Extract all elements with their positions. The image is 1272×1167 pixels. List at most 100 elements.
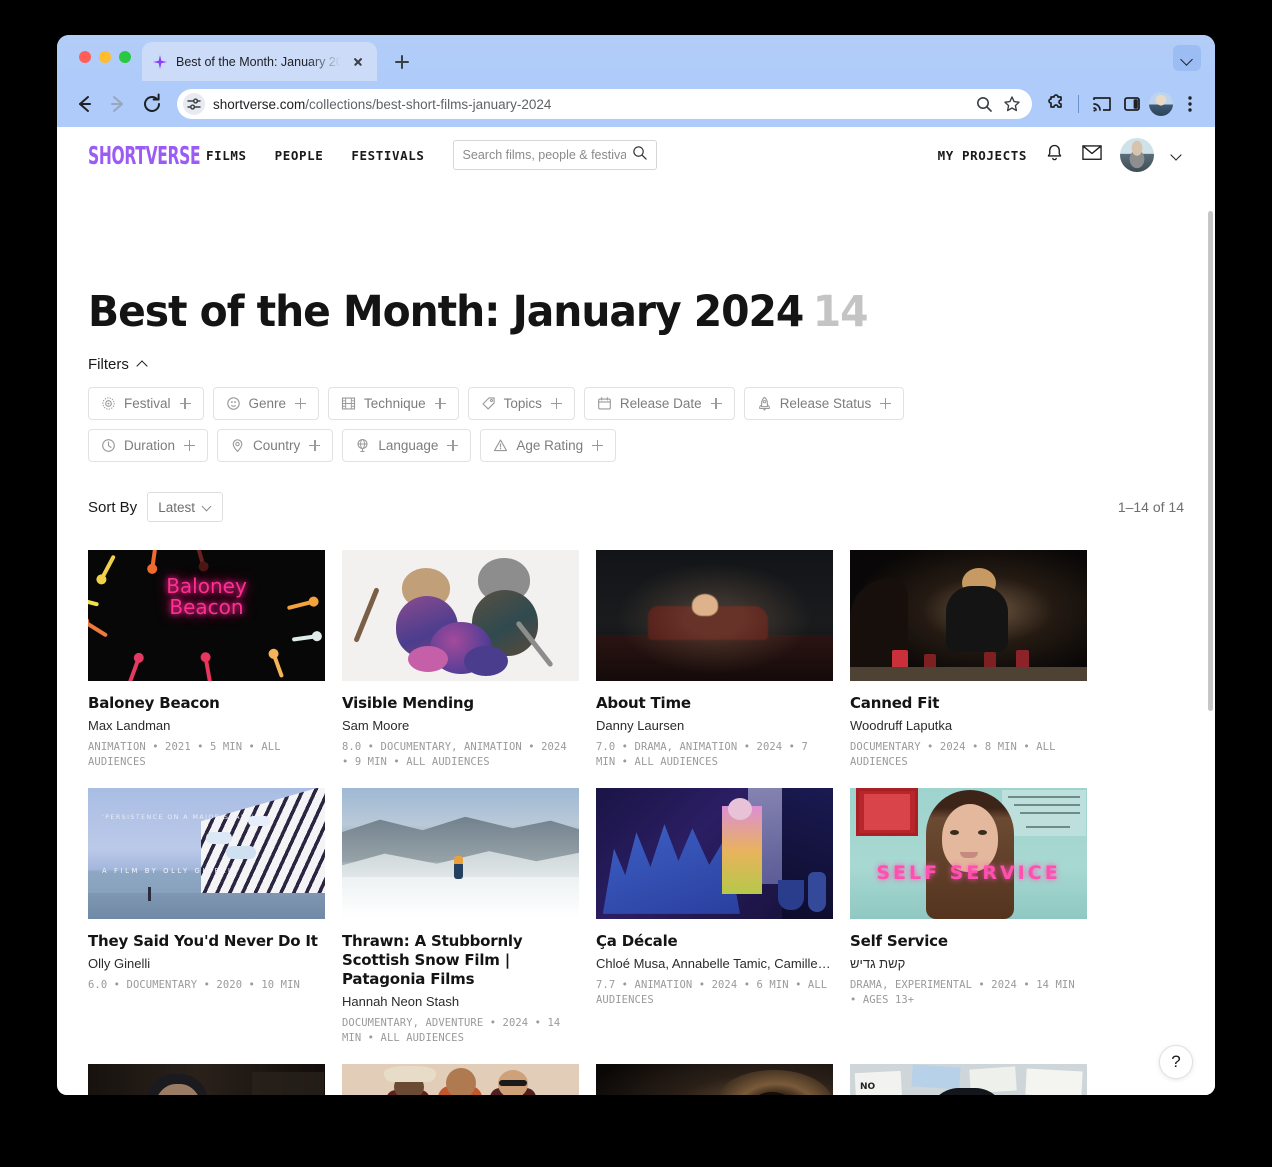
nav-item-people[interactable]: PEOPLE bbox=[275, 148, 324, 163]
filter-chip-language[interactable]: Language bbox=[342, 429, 472, 462]
film-meta: DOCUMENTARY • 2024 • 8 MIN • ALL AUDIENC… bbox=[850, 741, 1056, 768]
film-title[interactable]: Visible Mending bbox=[342, 694, 579, 713]
film-card[interactable]: Baloney Beacon Baloney Beacon Max Landman… bbox=[88, 550, 325, 770]
add-filter-icon[interactable] bbox=[434, 398, 446, 409]
filter-chip-label: Festival bbox=[124, 396, 171, 411]
filter-chip-duration[interactable]: Duration bbox=[88, 429, 209, 462]
nav-item-festivals[interactable]: FESTIVALS bbox=[351, 148, 424, 163]
film-card[interactable]: Thrawn: A Stubbornly Scottish Snow Film … bbox=[342, 787, 579, 1046]
film-thumbnail[interactable] bbox=[596, 550, 833, 681]
filter-chip-release-date[interactable]: Release Date bbox=[583, 387, 735, 420]
film-card[interactable]: Ça Décale Chloé Musa, Annabelle Tamic, C… bbox=[596, 787, 833, 1046]
tab-search-chevron-button[interactable] bbox=[1173, 45, 1201, 71]
filter-chip-technique[interactable]: Technique bbox=[328, 387, 459, 420]
genre-icon bbox=[226, 396, 241, 411]
add-filter-icon[interactable] bbox=[710, 398, 722, 409]
envelope-icon[interactable] bbox=[1082, 144, 1102, 166]
filter-chip-topics[interactable]: Topics bbox=[467, 387, 575, 420]
film-author: Woodruff Laputka bbox=[850, 718, 953, 734]
film-card[interactable]: Canned Fit Woodruff Laputka DOCUMENTARY … bbox=[850, 550, 1087, 770]
chevron-down-icon[interactable] bbox=[1172, 150, 1183, 161]
film-author: Sam Moore bbox=[342, 718, 410, 734]
film-thumbnail[interactable] bbox=[342, 787, 579, 919]
cast-icon[interactable] bbox=[1089, 91, 1115, 117]
film-card[interactable]: SELF SERVICE Self Service קשת גדיש DRAMA… bbox=[850, 787, 1087, 1046]
film-title[interactable]: Self Service bbox=[850, 932, 1087, 951]
search-input[interactable] bbox=[462, 148, 626, 162]
search-zoom-icon[interactable] bbox=[974, 94, 994, 114]
film-title[interactable]: Baloney Beacon bbox=[88, 694, 325, 713]
film-thumbnail[interactable] bbox=[88, 1064, 325, 1095]
new-tab-button[interactable] bbox=[389, 49, 415, 75]
site-search[interactable] bbox=[452, 140, 657, 170]
maximize-window-button[interactable] bbox=[119, 51, 131, 63]
browser-profile-avatar[interactable] bbox=[1149, 92, 1173, 116]
add-filter-icon[interactable] bbox=[447, 440, 459, 451]
film-card[interactable]: About Time Danny Laursen 7.0 • DRAMA, AN… bbox=[596, 550, 833, 770]
filter-chip-age-rating[interactable]: Age Rating bbox=[480, 429, 617, 462]
film-card[interactable]: Visible Mending Sam Moore 8.0 • DOCUMENT… bbox=[342, 550, 579, 770]
close-tab-button[interactable] bbox=[349, 53, 367, 71]
film-card[interactable]: NO TATTOOS AT WORK! NO TATTOOS bbox=[850, 1064, 1087, 1095]
filter-chip-country[interactable]: Country bbox=[217, 429, 334, 462]
film-thumbnail[interactable]: NO TATTOOS AT WORK! NO TATTOOS bbox=[850, 1064, 1087, 1095]
page-scrollbar[interactable] bbox=[1206, 127, 1215, 1095]
bell-icon[interactable] bbox=[1045, 143, 1064, 168]
film-meta: 7.0 • DRAMA, ANIMATION • 2024 • 7 MIN • … bbox=[596, 741, 808, 768]
film-thumbnail[interactable] bbox=[850, 550, 1087, 681]
site-settings-icon[interactable] bbox=[183, 93, 205, 115]
filter-chip-label: Duration bbox=[124, 438, 176, 453]
film-title[interactable]: Canned Fit bbox=[850, 694, 1087, 713]
filter-chip-label: Age Rating bbox=[516, 438, 584, 453]
side-panel-icon[interactable] bbox=[1119, 91, 1145, 117]
film-card[interactable] bbox=[342, 1064, 579, 1095]
film-title[interactable]: About Time bbox=[596, 694, 833, 713]
film-thumbnail[interactable] bbox=[342, 1064, 579, 1095]
nav-item-films[interactable]: FILMS bbox=[206, 148, 247, 163]
add-filter-icon[interactable] bbox=[880, 398, 892, 409]
film-thumbnail[interactable]: BOUDOIR bbox=[596, 1064, 833, 1095]
film-title[interactable]: They Said You'd Never Do It bbox=[88, 932, 325, 951]
add-filter-icon[interactable] bbox=[592, 440, 604, 451]
scrollbar-thumb[interactable] bbox=[1208, 211, 1213, 711]
film-card[interactable] bbox=[88, 1064, 325, 1095]
film-title[interactable]: Ça Décale bbox=[596, 932, 833, 951]
my-projects-link[interactable]: MY PROJECTS bbox=[938, 148, 1027, 163]
shortverse-logo[interactable]: SHORTVERSE bbox=[88, 141, 201, 170]
puzzle-piece-icon[interactable] bbox=[1042, 91, 1068, 117]
filters-toggle[interactable]: Filters bbox=[88, 356, 148, 373]
back-arrow-icon[interactable] bbox=[69, 89, 99, 119]
add-filter-icon[interactable] bbox=[184, 440, 196, 451]
film-title[interactable]: Thrawn: A Stubbornly Scottish Snow Film … bbox=[342, 932, 579, 990]
film-thumbnail[interactable]: SELF SERVICE bbox=[850, 787, 1087, 919]
filter-chip-festival[interactable]: Festival bbox=[88, 387, 204, 420]
add-filter-icon[interactable] bbox=[179, 398, 191, 409]
user-avatar[interactable] bbox=[1120, 138, 1154, 172]
minimize-window-button[interactable] bbox=[99, 51, 111, 63]
film-author: קשת גדיש bbox=[850, 956, 906, 972]
add-filter-icon[interactable] bbox=[550, 398, 562, 409]
film-card[interactable]: BOUDOIR bbox=[596, 1064, 833, 1095]
sparkle-favicon-icon bbox=[152, 54, 168, 70]
close-window-button[interactable] bbox=[79, 51, 91, 63]
browser-tab[interactable]: Best of the Month: January 2024 bbox=[142, 42, 377, 81]
reload-icon[interactable] bbox=[137, 89, 167, 119]
film-thumbnail[interactable]: 'PERSISTENCE ON A MAJOR SCALE' A FILM BY… bbox=[88, 787, 325, 919]
help-button[interactable]: ? bbox=[1159, 1045, 1193, 1079]
add-filter-icon[interactable] bbox=[309, 440, 321, 451]
window-traffic-lights[interactable] bbox=[79, 51, 131, 63]
map-pin-icon bbox=[230, 438, 245, 453]
film-thumbnail[interactable] bbox=[596, 787, 833, 919]
three-dot-menu-icon[interactable] bbox=[1177, 91, 1203, 117]
add-filter-icon[interactable] bbox=[295, 398, 307, 409]
film-thumbnail[interactable] bbox=[342, 550, 579, 681]
filter-chip-genre[interactable]: Genre bbox=[212, 387, 320, 420]
address-bar[interactable]: shortverse.com/collections/best-short-fi… bbox=[177, 89, 1032, 119]
film-thumbnail[interactable]: Baloney Beacon bbox=[88, 550, 325, 681]
forward-arrow-icon[interactable] bbox=[103, 89, 133, 119]
star-icon[interactable] bbox=[1002, 94, 1022, 114]
film-card[interactable]: 'PERSISTENCE ON A MAJOR SCALE' A FILM BY… bbox=[88, 787, 325, 1046]
primary-nav: FILMS PEOPLE FESTIVALS bbox=[206, 148, 425, 163]
sort-select[interactable]: Latest bbox=[147, 492, 223, 522]
filter-chip-release-status[interactable]: Release Status bbox=[743, 387, 905, 420]
